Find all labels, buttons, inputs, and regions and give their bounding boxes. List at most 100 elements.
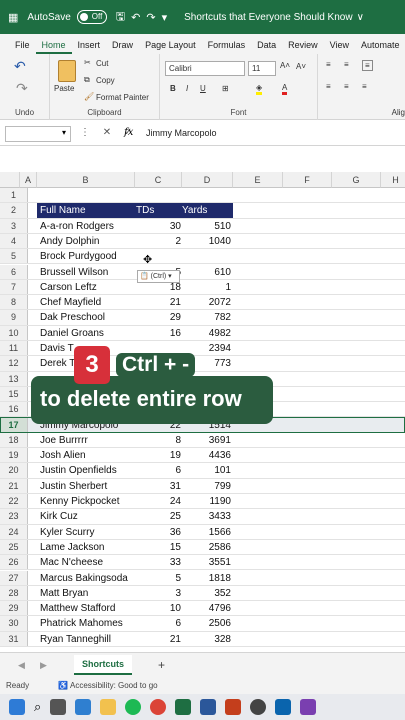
save-icon[interactable]: 🖫 [116,8,125,27]
taskbar-search-icon[interactable]: ⌕ [34,699,41,715]
cell-full-name[interactable]: Justin Sherbert [40,479,107,493]
row-header[interactable]: 21 [0,478,28,493]
table-row[interactable]: 12 Derek T 773 [0,356,405,372]
italic-button[interactable]: I [186,84,188,93]
row-header[interactable]: 1 [0,188,28,203]
file-explorer-icon[interactable] [100,699,117,715]
app-icon[interactable] [300,699,317,715]
cell-yards[interactable]: 1040 [182,234,231,248]
row-header[interactable]: 3 [0,218,28,233]
table-header-row[interactable]: 2 Full Name TDs Yards [0,203,405,219]
tab-data[interactable]: Data [251,40,282,54]
table-row[interactable]: 27 Marcus Bakingsoda 5 1818 [0,570,405,586]
row-header[interactable]: 28 [0,585,28,601]
cell-full-name[interactable]: A-a-ron Rodgers [40,219,114,233]
powerpoint-icon[interactable] [225,699,242,715]
cut-icon[interactable]: ✂ [84,58,91,67]
cell-yards[interactable]: Yards [182,203,231,217]
cell-full-name[interactable]: Joe Burrrrr [40,433,88,447]
cell-yards[interactable]: 3551 [182,555,231,569]
row-header[interactable]: 29 [0,601,28,616]
row-header[interactable]: 2 [0,203,28,218]
table-row[interactable]: 30 Phatrick Mahomes 6 2506 [0,616,405,632]
table-row[interactable]: 11 Davis T 2394 [0,341,405,357]
cut-button[interactable]: Cut [96,59,108,68]
sheet-tab-shortcuts[interactable]: Shortcuts [74,655,132,675]
cell-yards[interactable]: 2506 [182,616,231,630]
task-view-icon[interactable] [50,699,67,715]
row-header[interactable]: 10 [0,325,28,340]
cell-full-name[interactable]: Matt Bryan [40,586,88,600]
row-header[interactable]: 24 [0,524,28,539]
row-header[interactable]: 22 [0,494,28,509]
column-header-h[interactable]: H [381,172,405,188]
ribbon-redo-icon[interactable]: ↷ [16,80,28,97]
cell-yards[interactable]: 4796 [182,601,231,615]
cell-yards[interactable]: 2072 [182,295,231,309]
scroll-left-icon[interactable]: ◀ [18,660,25,671]
tab-home[interactable]: Home [35,40,72,54]
formula-input[interactable]: Jimmy Marcopolo [146,128,217,138]
cell-tds[interactable]: 8 [136,433,181,447]
row-header[interactable]: 25 [0,539,28,555]
cell-tds[interactable]: 36 [136,525,181,539]
row-header[interactable]: 27 [0,570,28,585]
table-row[interactable]: 21 Justin Sherbert 31 799 [0,478,405,494]
column-header-b[interactable]: B [37,172,135,188]
cell-full-name[interactable]: Chef Mayfield [40,295,101,309]
paste-icon[interactable] [58,60,76,82]
tab-automate[interactable]: Automate [355,40,405,54]
cell-yards[interactable]: 1 [182,280,231,294]
row-header[interactable]: 9 [0,310,28,325]
autosave-toggle[interactable]: Off [76,10,107,24]
font-name-select[interactable]: Calibri [165,61,245,76]
accessibility-icon[interactable]: ♿ [58,678,68,694]
cell-tds[interactable]: 30 [136,219,181,233]
table-row[interactable]: 31 Ryan Tanneghill 21 328 [0,631,405,647]
cell-tds[interactable]: 33 [136,555,181,569]
copy-icon[interactable]: ⧉ [84,75,90,85]
paste-button[interactable]: Paste [54,84,74,93]
redo-icon[interactable]: ↷ [146,11,155,24]
cell-yards[interactable]: 3691 [182,433,231,447]
tab-view[interactable]: View [324,40,355,54]
cell-full-name[interactable]: Kyler Scurry [40,525,94,539]
align-middle-icon[interactable]: ≡ [344,60,349,69]
cell-full-name[interactable]: Phatrick Mahomes [40,616,123,630]
table-row[interactable]: 8 Chef Mayfield 21 2072 [0,295,405,311]
tab-review[interactable]: Review [282,40,324,54]
bold-button[interactable]: B [170,84,176,93]
accessibility-status[interactable]: Accessibility: Good to go [70,678,158,694]
word-icon[interactable] [200,699,217,715]
font-size-select[interactable]: 11 [248,61,276,76]
cell-full-name[interactable]: Brussell Wilson [40,265,108,279]
row-header[interactable]: 11 [0,341,28,356]
outlook-icon[interactable] [275,699,292,715]
cell-yards[interactable]: 3433 [182,509,231,523]
column-header-a[interactable]: A [20,172,37,188]
table-row[interactable]: 7 Carson Leftz 18 1 [0,279,405,296]
cell-full-name[interactable]: Daniel Groans [40,326,104,340]
cell-yards[interactable] [182,249,231,263]
table-row[interactable]: 19 Josh Alien 19 4436 [0,448,405,464]
cell-full-name[interactable]: Davis T [40,341,74,355]
name-box-dropdown-icon[interactable]: ▾ [62,128,66,137]
table-row[interactable]: 29 Matthew Stafford 10 4796 [0,601,405,617]
tab-page-layout[interactable]: Page Layout [139,40,202,54]
row-header[interactable]: 23 [0,509,28,524]
cell-yards[interactable]: 328 [182,632,231,646]
shrink-font-icon[interactable]: A˅ [296,62,306,71]
table-row[interactable]: 6Brussell Wilson5610 [0,264,405,280]
davinci-resolve-icon[interactable] [250,699,267,715]
cell-full-name[interactable]: Full Name [40,203,86,217]
align-left-icon[interactable]: ≡ [326,82,331,91]
row-header[interactable]: 20 [0,463,28,478]
cell-full-name[interactable]: Andy Dolphin [40,234,99,248]
cell-full-name[interactable]: Lame Jackson [40,540,104,554]
scroll-right-icon[interactable]: ▶ [40,660,47,671]
cell-full-name[interactable]: Josh Alien [40,448,86,462]
row-header[interactable]: 6 [0,264,28,279]
cell-tds[interactable]: TDs [136,203,181,217]
table-row[interactable]: 20 Justin Openfields 6 101 [0,463,405,479]
cell-yards[interactable]: 1190 [182,494,231,508]
